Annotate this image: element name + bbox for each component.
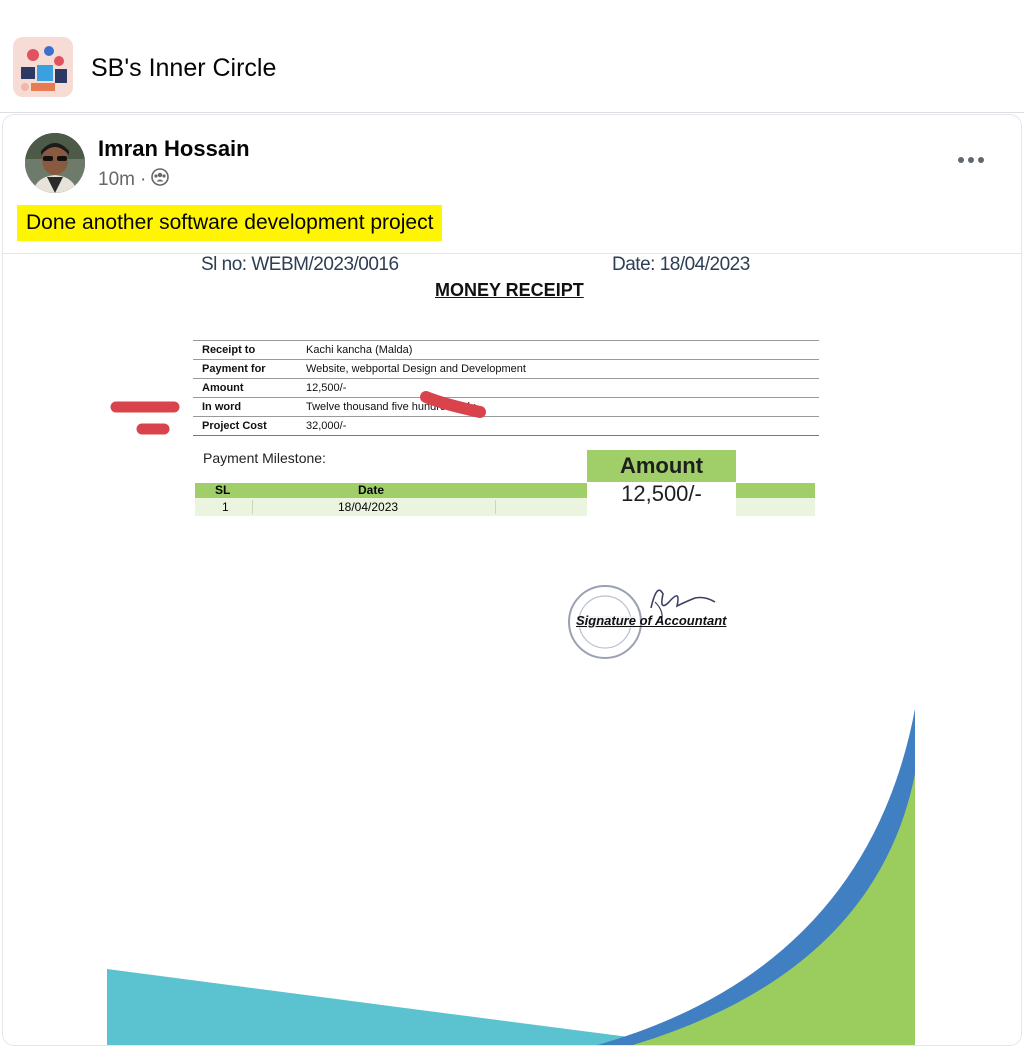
group-avatar[interactable]: [13, 37, 73, 97]
post-meta: 10m ·: [98, 168, 170, 192]
top-bar: [0, 0, 1024, 23]
meta-separator: ·: [139, 169, 147, 190]
group-audience-icon: [151, 168, 170, 192]
receipt-image[interactable]: Sl no: WEBM/2023/0016 Date: 18/04/2023 M…: [3, 254, 1021, 1045]
group-name[interactable]: SB's Inner Circle: [91, 54, 276, 83]
more-options-icon[interactable]: [953, 145, 989, 175]
decorative-swoosh: [107, 709, 915, 1045]
post-text: Done another software development projec…: [17, 205, 443, 241]
author-avatar[interactable]: [25, 133, 85, 193]
post-time[interactable]: 10m: [98, 169, 135, 191]
group-header[interactable]: SB's Inner Circle: [0, 22, 1024, 113]
author-name[interactable]: Imran Hossain: [98, 136, 250, 162]
post-card: Imran Hossain 10m · Done another softwar…: [2, 114, 1022, 1046]
